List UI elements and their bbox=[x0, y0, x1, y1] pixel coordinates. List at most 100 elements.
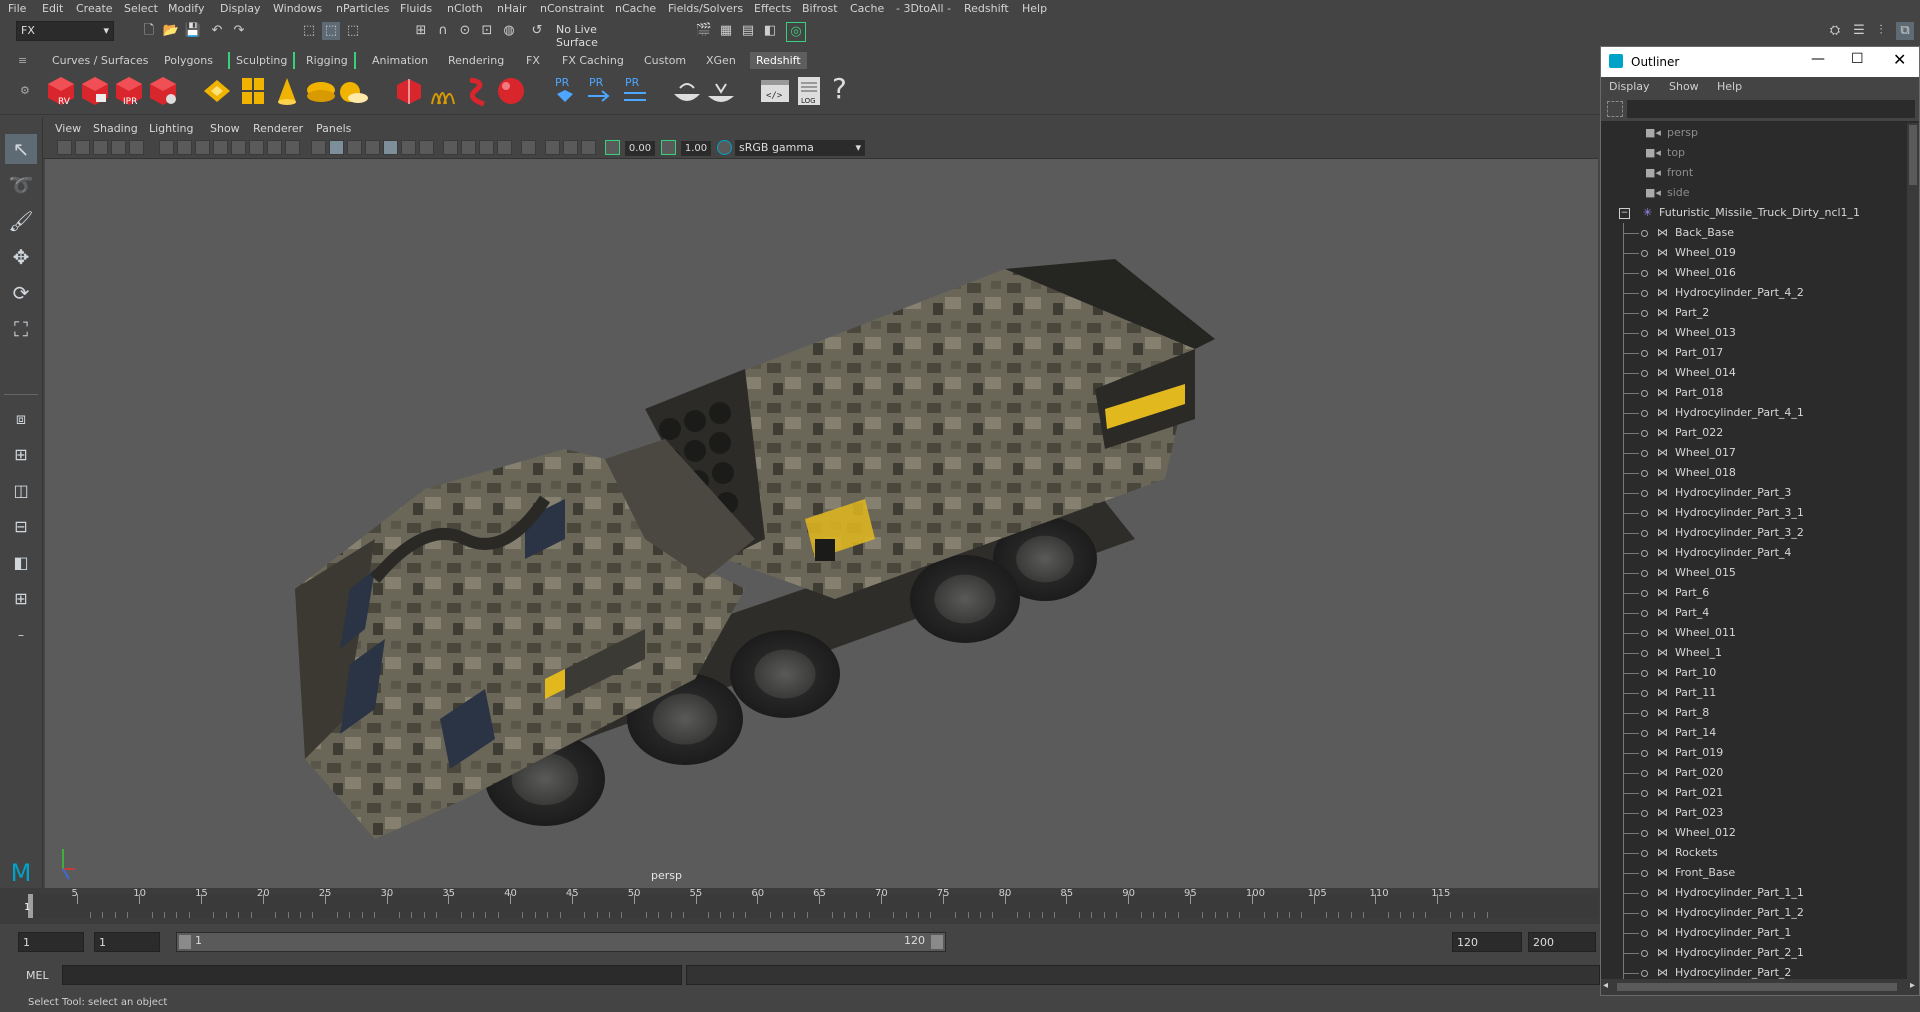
menu-help[interactable]: Help bbox=[1022, 2, 1047, 15]
menu-display[interactable]: Display bbox=[220, 2, 261, 15]
outliner-item[interactable]: ⋈ Hydrocylinder_Part_4 bbox=[1601, 543, 1907, 563]
snap-point-icon[interactable]: ⊙ bbox=[456, 22, 474, 40]
menu-create[interactable]: Create bbox=[76, 2, 113, 15]
outliner-search-input[interactable] bbox=[1627, 100, 1915, 118]
bookmark-icon[interactable] bbox=[93, 140, 108, 155]
menu-cache[interactable]: Cache bbox=[850, 2, 884, 15]
visibility-dot-icon[interactable] bbox=[1641, 590, 1648, 597]
xray-icon[interactable] bbox=[545, 140, 560, 155]
minimize-icon[interactable]: — bbox=[1811, 51, 1825, 67]
depth-of-field-icon[interactable] bbox=[497, 140, 512, 155]
vp-menu-shading[interactable]: Shading bbox=[93, 122, 138, 135]
visibility-dot-icon[interactable] bbox=[1641, 750, 1648, 757]
hypershade-icon[interactable]: ◧ bbox=[761, 22, 779, 40]
visibility-dot-icon[interactable] bbox=[1641, 730, 1648, 737]
outliner-item[interactable]: ⋈ Part_020 bbox=[1601, 763, 1907, 783]
select-tool-icon[interactable]: ↖ bbox=[5, 134, 37, 164]
outliner-item[interactable]: ⋈ Part_022 bbox=[1601, 423, 1907, 443]
gamma-field[interactable]: 1.00 bbox=[681, 141, 711, 156]
menu-nparticles[interactable]: nParticles bbox=[336, 2, 389, 15]
visibility-dot-icon[interactable] bbox=[1641, 850, 1648, 857]
visibility-dot-icon[interactable] bbox=[1641, 410, 1648, 417]
outliner-item[interactable]: ⋈ Part_8 bbox=[1601, 703, 1907, 723]
tab-rigging[interactable]: Rigging bbox=[300, 52, 356, 69]
outliner-item[interactable]: ⋈ Part_021 bbox=[1601, 783, 1907, 803]
search-icon[interactable] bbox=[1607, 101, 1623, 117]
pr-sphere-icon[interactable]: PR bbox=[548, 74, 582, 108]
scroll-right-icon[interactable]: ▸ bbox=[1910, 980, 1915, 991]
visibility-dot-icon[interactable] bbox=[1641, 310, 1648, 317]
image-plane-icon[interactable] bbox=[111, 140, 126, 155]
tab-rendering[interactable]: Rendering bbox=[442, 52, 510, 69]
visibility-dot-icon[interactable] bbox=[1641, 970, 1648, 977]
select-component-icon[interactable]: ⬚ bbox=[344, 22, 362, 40]
volume-icon[interactable] bbox=[460, 74, 494, 108]
paint-select-tool-icon[interactable]: 🖌 bbox=[5, 206, 37, 236]
outliner-camera-item[interactable]: ■◂ side bbox=[1601, 183, 1907, 203]
outliner-item[interactable]: ⋈ Hydrocylinder_Part_3_1 bbox=[1601, 503, 1907, 523]
wireframe-icon[interactable] bbox=[311, 140, 326, 155]
redshift-ipr-icon[interactable]: IPR bbox=[112, 74, 146, 108]
command-input[interactable] bbox=[62, 965, 682, 985]
help-icon[interactable]: ? bbox=[832, 72, 847, 105]
modeling-toolkit-icon[interactable]: ⛭ bbox=[1826, 22, 1844, 40]
grease-pencil-icon[interactable] bbox=[159, 140, 174, 155]
perspective-viewport[interactable]: persp bbox=[45, 159, 1598, 888]
scrollbar-thumb[interactable] bbox=[1909, 125, 1917, 185]
shelf-menu-icon[interactable]: ≡ bbox=[18, 54, 27, 67]
tab-animation[interactable]: Animation bbox=[366, 52, 434, 69]
lasso-tool-icon[interactable]: ➰ bbox=[5, 170, 37, 200]
sphere-material-icon[interactable] bbox=[494, 74, 528, 108]
resolution-gate-icon[interactable] bbox=[213, 140, 228, 155]
outliner-item[interactable]: ⋈ Part_10 bbox=[1601, 663, 1907, 683]
outliner-item[interactable]: ⋈ Hydrocylinder_Part_2_1 bbox=[1601, 943, 1907, 963]
scroll-left-icon[interactable]: ◂ bbox=[1603, 980, 1608, 991]
scene-start-field[interactable]: 1 bbox=[18, 932, 84, 952]
gamma-icon[interactable] bbox=[661, 140, 676, 155]
visibility-dot-icon[interactable] bbox=[1641, 810, 1648, 817]
visibility-dot-icon[interactable] bbox=[1641, 430, 1648, 437]
tab-fx[interactable]: FX bbox=[520, 52, 546, 69]
render-current-icon[interactable]: 🎬 bbox=[695, 22, 713, 40]
tab-polygons[interactable]: Polygons bbox=[158, 52, 219, 69]
outliner-root-item[interactable]: − ✳ Futuristic_Missile_Truck_Dirty_ncl1_… bbox=[1601, 203, 1907, 223]
outliner-item[interactable]: ⋈ Hydrocylinder_Part_2 bbox=[1601, 963, 1907, 979]
visibility-dot-icon[interactable] bbox=[1641, 490, 1648, 497]
outliner-item[interactable]: ⋈ Hydrocylinder_Part_1_2 bbox=[1601, 903, 1907, 923]
outliner-item[interactable]: ⋈ Part_023 bbox=[1601, 803, 1907, 823]
outliner-item[interactable]: ⋈ Front_Base bbox=[1601, 863, 1907, 883]
default-material-icon[interactable] bbox=[347, 140, 362, 155]
range-start-handle[interactable] bbox=[179, 935, 191, 949]
exposure-field[interactable]: 0.00 bbox=[625, 141, 655, 156]
outliner-item[interactable]: ⋈ Wheel_014 bbox=[1601, 363, 1907, 383]
visibility-dot-icon[interactable] bbox=[1641, 650, 1648, 657]
outliner-camera-item[interactable]: ■◂ top bbox=[1601, 143, 1907, 163]
outliner-camera-item[interactable]: ■◂ persp bbox=[1601, 123, 1907, 143]
outliner-item[interactable]: ⋈ Hydrocylinder_Part_4_1 bbox=[1601, 403, 1907, 423]
visibility-dot-icon[interactable] bbox=[1641, 530, 1648, 537]
outliner-title-bar[interactable]: Outliner — ☐ ✕ bbox=[1601, 47, 1919, 77]
more-layouts-icon[interactable]: – bbox=[5, 620, 37, 650]
redshift-snapshot-icon[interactable] bbox=[78, 74, 112, 108]
visibility-dot-icon[interactable] bbox=[1641, 930, 1648, 937]
snap-surface-icon[interactable]: ◍ bbox=[500, 22, 518, 40]
visibility-dot-icon[interactable] bbox=[1641, 570, 1648, 577]
outliner-camera-item[interactable]: ■◂ front bbox=[1601, 163, 1907, 183]
range-slider[interactable]: 1 120 bbox=[176, 932, 946, 952]
2d-pan-icon[interactable] bbox=[129, 140, 144, 155]
wireframe-on-shaded-icon[interactable] bbox=[365, 140, 380, 155]
film-gate-icon[interactable] bbox=[195, 140, 210, 155]
attribute-editor-icon[interactable]: ☰ bbox=[1850, 22, 1868, 40]
menu-3dtoall[interactable]: - 3DtoAll - bbox=[896, 2, 951, 15]
visibility-dot-icon[interactable] bbox=[1641, 510, 1648, 517]
outliner-item[interactable]: ⋈ Wheel_017 bbox=[1601, 443, 1907, 463]
gate-mask-icon[interactable] bbox=[231, 140, 246, 155]
outliner-item[interactable]: ⋈ Wheel_013 bbox=[1601, 323, 1907, 343]
bowl-icon[interactable] bbox=[670, 74, 704, 108]
collapse-icon[interactable]: − bbox=[1619, 208, 1630, 219]
outliner-item[interactable]: ⋈ Hydrocylinder_Part_3 bbox=[1601, 483, 1907, 503]
menu-windows[interactable]: Windows bbox=[273, 2, 322, 15]
portal-light-icon[interactable] bbox=[236, 74, 270, 108]
playback-end-field[interactable]: 120 bbox=[1452, 932, 1522, 952]
persp-outliner-layout-icon[interactable]: ◫ bbox=[5, 476, 37, 506]
